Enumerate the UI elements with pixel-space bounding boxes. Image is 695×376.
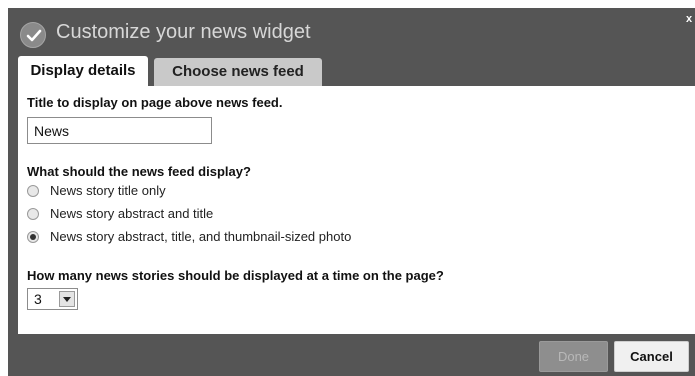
tab-choose-news-feed[interactable]: Choose news feed [154, 58, 322, 86]
check-circle-icon [20, 22, 46, 48]
count-question-label: How many news stories should be displaye… [27, 268, 444, 283]
story-count-select[interactable]: 3 [27, 288, 78, 310]
done-button[interactable]: Done [539, 341, 608, 372]
title-field-label: Title to display on page above news feed… [27, 95, 283, 110]
display-question-label: What should the news feed display? [27, 164, 251, 179]
select-value: 3 [34, 291, 42, 307]
radio-label: News story abstract and title [50, 206, 214, 221]
tab-display-details[interactable]: Display details [18, 56, 148, 86]
dialog-title-bar: Customize your news widget [8, 8, 695, 56]
radio-label: News story abstract, title, and thumbnai… [50, 229, 352, 244]
cancel-button[interactable]: Cancel [614, 341, 689, 372]
customize-widget-dialog: x Customize your news widget Display det… [8, 8, 695, 376]
chevron-down-icon[interactable] [59, 291, 75, 307]
title-input[interactable] [27, 117, 212, 144]
radio-button-selected[interactable] [27, 231, 39, 243]
radio-button[interactable] [27, 185, 39, 197]
radio-label: News story title only [50, 183, 166, 198]
radio-button[interactable] [27, 208, 39, 220]
display-details-panel: Title to display on page above news feed… [18, 86, 695, 334]
dialog-title: Customize your news widget [56, 21, 311, 43]
